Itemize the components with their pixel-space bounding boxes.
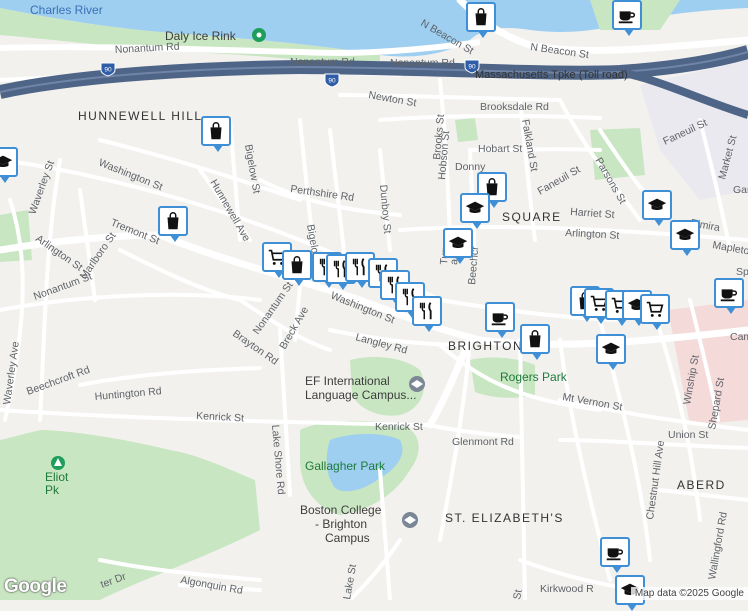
- kenrick-label: Kenrick St: [196, 410, 244, 424]
- google-logo: Google: [4, 576, 67, 597]
- graduation-cap-marker[interactable]: [596, 334, 626, 370]
- eliot-label-1: Eliot: [45, 470, 69, 484]
- kenrick-label-2: Kenrick St: [375, 421, 423, 433]
- glenmont-label: Glenmont Rd: [452, 436, 514, 448]
- area-hunnewell: HUNNEWELL HILL: [78, 109, 203, 123]
- rogers-park-label: Rogers Park: [500, 370, 568, 384]
- coffee-cup-marker[interactable]: [485, 302, 515, 338]
- nonantum-rd-label-2: Nonantum Rd: [290, 56, 355, 68]
- map-attribution[interactable]: Map data ©2025 Google: [630, 587, 748, 600]
- fork-knife-marker[interactable]: [412, 296, 442, 332]
- eliot-label-2: Pk: [45, 483, 60, 497]
- kirkwood-label: Kirkwood R: [540, 583, 594, 595]
- area-brighton: BRIGHTON: [448, 339, 523, 353]
- park-north: [455, 118, 478, 142]
- ef-label-2: Language Campus...: [305, 388, 416, 402]
- shopping-bag-icon: [205, 120, 227, 142]
- graduation-cap-marker[interactable]: [443, 228, 473, 264]
- graduation-cap-icon: [464, 197, 486, 219]
- graduation-cap-icon: [0, 151, 14, 173]
- coffee-cup-marker[interactable]: [612, 0, 642, 36]
- coffee-cup-marker[interactable]: [714, 278, 744, 314]
- graduation-cap-icon: [447, 232, 469, 254]
- hobart-label: Hobart St: [478, 143, 522, 155]
- gallagher-label: Gallagher Park: [305, 459, 386, 473]
- shopping-bag-icon: [286, 254, 308, 276]
- shopping-bag-icon: [524, 328, 546, 350]
- graduation-cap-icon: [674, 224, 696, 246]
- graduation-cap-icon: [600, 338, 622, 360]
- shopping-bag-icon: [470, 6, 492, 28]
- shopping-bag-marker[interactable]: [201, 116, 231, 152]
- area-st-elizabeths: ST. ELIZABETH'S: [445, 511, 564, 525]
- coffee-cup-marker[interactable]: [600, 537, 630, 573]
- i90-shield-2: 90: [324, 73, 340, 88]
- shopping-bag-marker[interactable]: [158, 206, 188, 242]
- eliot-park-icon[interactable]: [51, 456, 65, 470]
- bc-label-3: Campus: [325, 531, 370, 545]
- bc-label-2: - Brighton: [315, 517, 367, 531]
- highway-label: Massachusetts Tpke (Toll road): [475, 69, 628, 81]
- shopping-bag-icon: [162, 210, 184, 232]
- coffee-cup-icon: [604, 541, 626, 563]
- fork-knife-icon: [416, 300, 438, 322]
- shopping-bag-marker[interactable]: [466, 2, 496, 38]
- garr-label: Garr: [733, 184, 748, 196]
- shopping-bag-marker[interactable]: [520, 324, 550, 360]
- shopping-bag-marker[interactable]: [282, 250, 312, 286]
- cam-label: Cam: [730, 331, 748, 343]
- graduation-cap-icon: [646, 194, 668, 216]
- shopping-cart-icon: [644, 298, 666, 320]
- coffee-cup-icon: [718, 282, 740, 304]
- ef-label-1: EF International: [305, 374, 390, 388]
- svg-text:90: 90: [104, 67, 112, 74]
- area-square: SQUARE: [502, 210, 562, 224]
- i90-shield-1: 90: [100, 62, 116, 77]
- bc-label-1: Boston College: [300, 503, 382, 517]
- river-label: Charles River: [30, 3, 103, 17]
- graduation-cap-marker[interactable]: [0, 147, 18, 183]
- bc-campus-icon[interactable]: [402, 512, 418, 528]
- graduation-cap-marker[interactable]: [642, 190, 672, 226]
- graduation-cap-marker[interactable]: [460, 193, 490, 229]
- union-label: Union St: [668, 429, 708, 441]
- svg-text:90: 90: [328, 78, 336, 85]
- coffee-cup-icon: [616, 4, 638, 26]
- coffee-cup-icon: [489, 306, 511, 328]
- shopping-cart-marker[interactable]: [640, 294, 670, 330]
- nonantum-rd-label-3: Nonantum Rd: [390, 57, 455, 69]
- area-aberdeen: ABERD: [677, 478, 726, 492]
- brooksdale-label: Brooksdale Rd: [480, 101, 549, 113]
- sp-label: Sp: [736, 266, 748, 278]
- graduation-cap-marker[interactable]: [670, 220, 700, 256]
- rink-icon[interactable]: [252, 28, 266, 42]
